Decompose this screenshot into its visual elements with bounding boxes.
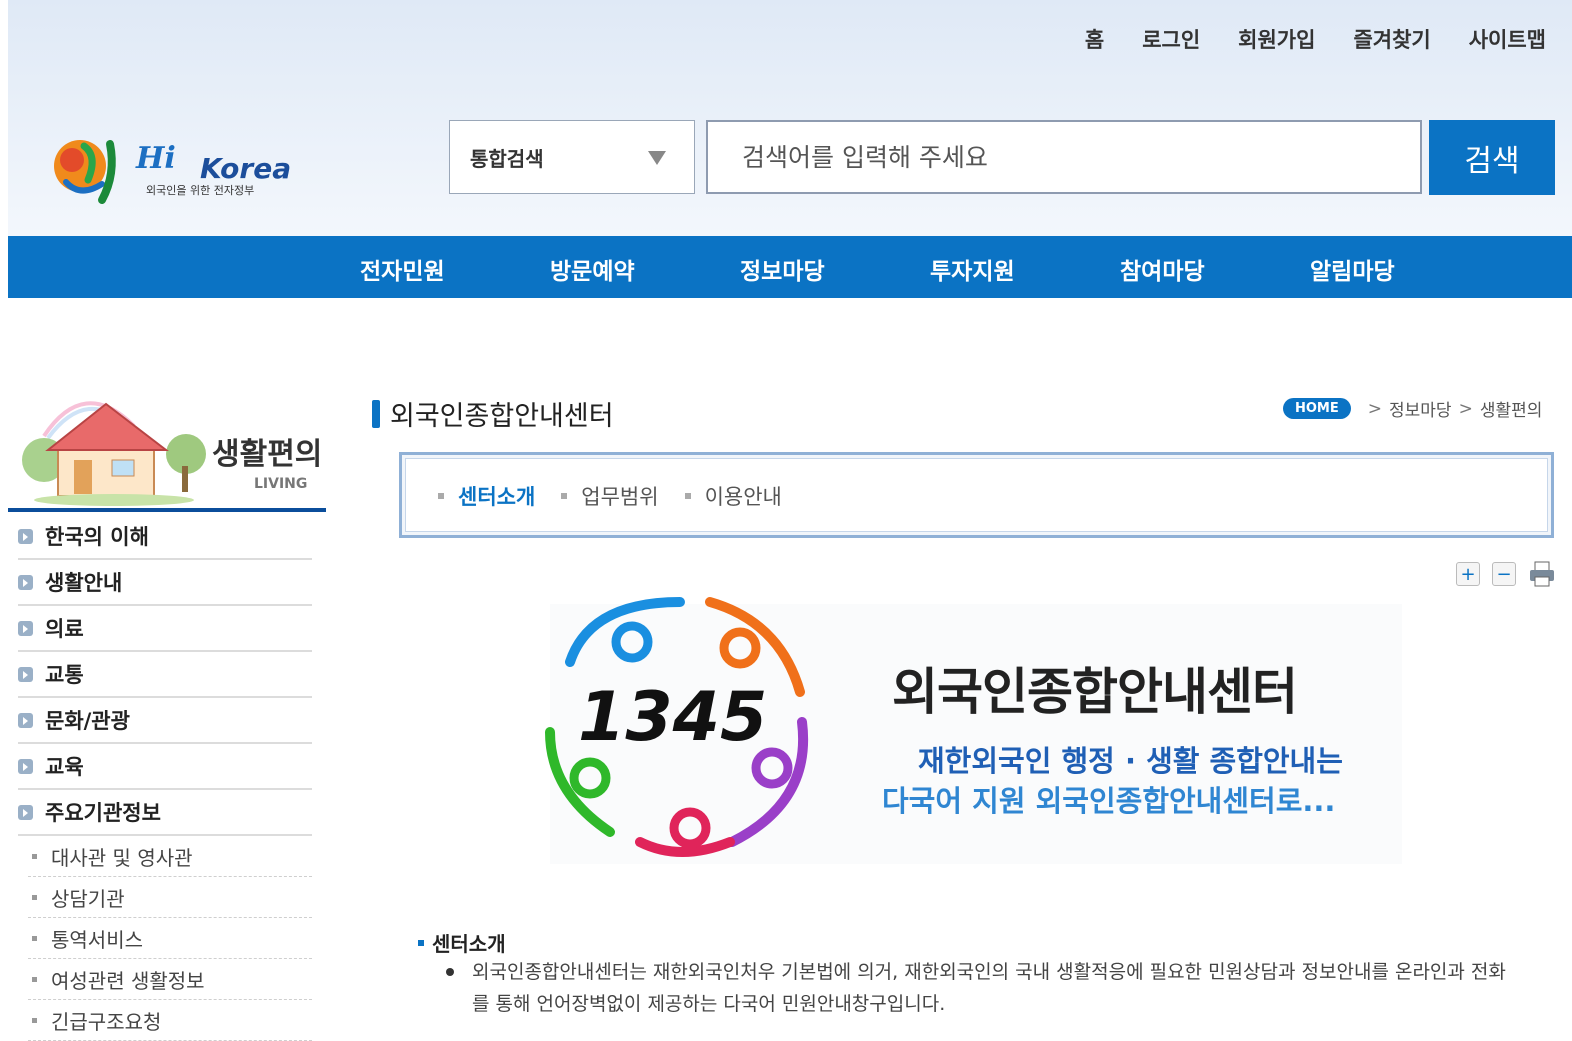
bullet-icon (684, 493, 691, 499)
sidebar-item-label: 주요기관정보 (45, 801, 161, 825)
arrow-right-icon (18, 666, 33, 682)
banner-subtitle: LIVING (254, 476, 307, 492)
submenu-item-emergency[interactable]: 긴급구조요청 (28, 1000, 312, 1041)
sidebar-item-label: 한국의 이해 (45, 525, 149, 549)
tab-label: 업무범위 (581, 485, 659, 509)
arrow-right-icon (18, 528, 33, 544)
sidebar-item-transport[interactable]: 교통 (18, 652, 312, 698)
submenu-item-embassy[interactable]: 대사관 및 영사관 (28, 836, 312, 877)
logo-subtitle: 외국인을 위한 전자정부 (146, 184, 254, 197)
nav-notice[interactable]: 알림마당 (1310, 252, 1395, 286)
sidebar-item-medical[interactable]: 의료 (18, 606, 312, 652)
tab-scope[interactable]: 업무범위 (561, 481, 659, 511)
hero-number: 1345 (578, 678, 767, 757)
sidebar-item-label: 의료 (45, 617, 84, 641)
section-heading-text: 센터소개 (432, 932, 506, 956)
bullet-icon (418, 939, 424, 946)
search-button[interactable]: 검색 (1429, 120, 1555, 195)
nav-information[interactable]: 정보마당 (740, 252, 825, 286)
submenu-item-women[interactable]: 여성관련 생활정보 (28, 959, 312, 1000)
bullet-icon (561, 493, 568, 499)
arrow-right-icon (18, 712, 33, 728)
svg-text:Hi: Hi (135, 141, 176, 176)
submenu-item-label: 여성관련 생활정보 (51, 968, 205, 993)
breadcrumb-item[interactable]: 정보마당 (1389, 396, 1452, 421)
tab-label: 이용안내 (704, 485, 782, 509)
hero-title: 외국인종합안내센터 (892, 663, 1298, 721)
zoom-out-icon[interactable]: − (1492, 562, 1516, 586)
tab-label: 센터소개 (458, 485, 536, 509)
sidebar-item-label: 생활안내 (45, 571, 123, 595)
sidebar-item-living-guide[interactable]: 생활안내 (18, 560, 312, 606)
hikorea-logo[interactable]: Hi Korea 외국인을 위한 전자정부 (50, 126, 300, 206)
breadcrumb: HOME > 정보마당 > 생활편의 (1283, 396, 1542, 421)
sidebar-item-culture[interactable]: 문화/관광 (18, 698, 312, 744)
1345-logo: 1345 (545, 597, 809, 857)
sidebar-item-label: 교통 (45, 663, 84, 687)
content-tabs: 센터소개 업무범위 이용안내 (399, 452, 1554, 538)
sidebar-item-label: 문화/관광 (45, 709, 130, 733)
page-title-text: 외국인종합안내센터 (390, 401, 614, 432)
signup-link[interactable]: 회원가입 (1238, 24, 1315, 54)
submenu-item-label: 긴급구조요청 (51, 1009, 162, 1034)
bullet-icon (32, 976, 37, 982)
nav-participation[interactable]: 참여마당 (1120, 252, 1205, 286)
breadcrumb-home[interactable]: HOME (1283, 398, 1351, 419)
submenu-item-counseling[interactable]: 상담기관 (28, 877, 312, 918)
hero-subtitle-2: 다국어 지원 외국인종합안내센터로... (882, 784, 1336, 818)
utility-links: 홈 로그인 회원가입 즐겨찾기 사이트맵 (1047, 24, 1546, 54)
favorites-link[interactable]: 즐겨찾기 (1353, 24, 1430, 54)
search-input[interactable] (706, 120, 1422, 194)
sidebar-item-label: 교육 (45, 755, 84, 779)
print-icon[interactable] (1528, 560, 1556, 588)
arrow-right-icon (18, 620, 33, 636)
main-navigation: 전자민원 방문예약 정보마당 투자지원 참여마당 알림마당 (8, 236, 1572, 298)
page-tools: + − (1456, 560, 1556, 588)
section-body: 외국인종합안내센터는 재한외국인처우 기본법에 의거, 재한외국인의 국내 생활… (446, 956, 1506, 1020)
search-scope-select[interactable]: 통합검색 (449, 120, 695, 194)
tab-center-intro[interactable]: 센터소개 (438, 481, 535, 511)
sidebar-divider (8, 508, 326, 512)
sidebar-menu: 한국의 이해 생활안내 의료 교통 문화/관광 교육 주요기관정보 대사관 및 … (18, 514, 312, 1041)
bullet-icon (446, 968, 454, 976)
section-body-text: 외국인종합안내센터는 재한외국인처우 기본법에 의거, 재한외국인의 국내 생활… (472, 961, 1506, 1015)
login-link[interactable]: 로그인 (1142, 24, 1200, 54)
home-link[interactable]: 홈 (1085, 24, 1104, 54)
submenu-item-label: 통역서비스 (51, 927, 143, 952)
bullet-icon (32, 853, 37, 859)
living-banner: 생활편의 LIVING (22, 401, 322, 506)
chevron-right-icon: > (1458, 398, 1473, 419)
chevron-right-icon: > (1367, 398, 1382, 419)
sidebar-item-korea[interactable]: 한국의 이해 (18, 514, 312, 560)
section-heading: 센터소개 (418, 928, 506, 957)
banner-title: 생활편의 (212, 437, 322, 472)
tab-usage[interactable]: 이용안내 (684, 481, 782, 511)
sidebar-item-education[interactable]: 교육 (18, 744, 312, 790)
search-scope-label: 통합검색 (470, 146, 544, 171)
submenu-item-interpretation[interactable]: 통역서비스 (28, 918, 312, 959)
nav-investment[interactable]: 투자지원 (930, 252, 1015, 286)
breadcrumb-item[interactable]: 생활편의 (1480, 396, 1543, 421)
arrow-right-icon (18, 804, 33, 820)
sitemap-link[interactable]: 사이트맵 (1469, 24, 1546, 54)
arrow-right-icon (18, 758, 33, 774)
hero-subtitle-1: 재한외국인 행정 · 생활 종합안내는 (918, 744, 1343, 778)
tab-list: 센터소개 업무범위 이용안내 (438, 481, 808, 511)
bullet-icon (32, 894, 37, 900)
submenu-item-label: 대사관 및 영사관 (51, 845, 193, 870)
submenu-item-label: 상담기관 (51, 886, 125, 911)
sidebar-item-agencies[interactable]: 주요기관정보 (18, 790, 312, 836)
page-title: 외국인종합안내센터 (372, 394, 614, 433)
bullet-icon (32, 1017, 37, 1023)
arrow-right-icon (18, 574, 33, 590)
chevron-down-icon (648, 151, 666, 165)
title-bar-icon (372, 399, 380, 428)
zoom-in-icon[interactable]: + (1456, 562, 1480, 586)
bullet-icon (438, 493, 444, 499)
nav-visit-reservation[interactable]: 방문예약 (550, 252, 635, 286)
nav-e-civil[interactable]: 전자민원 (360, 252, 445, 286)
logo-text: Korea (200, 152, 291, 185)
bullet-icon (32, 935, 37, 941)
